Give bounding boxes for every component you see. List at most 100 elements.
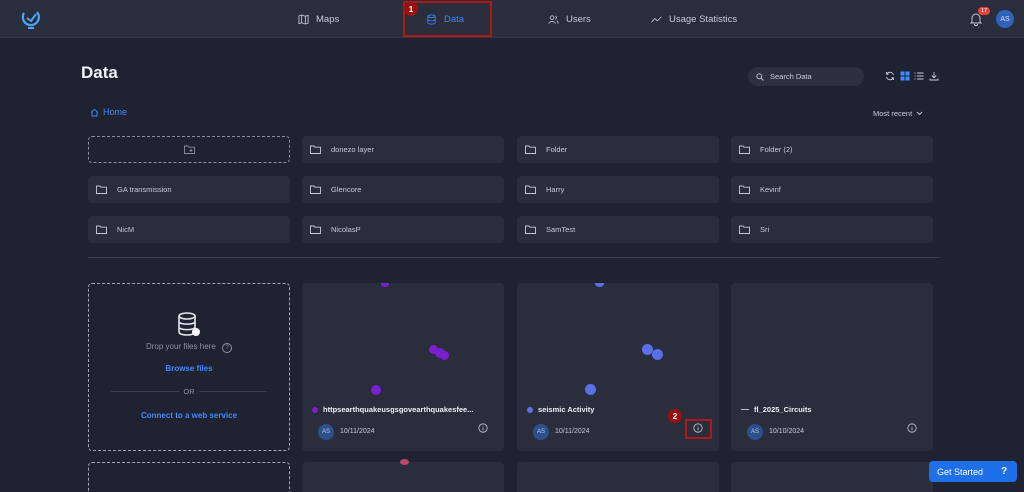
dataset-name: seismic Activity	[527, 405, 709, 414]
dataset-date: 10/10/2024	[769, 428, 805, 435]
folder-icon	[310, 185, 321, 194]
map-point	[595, 283, 604, 287]
connect-web-service-link[interactable]: Connect to a web service	[89, 411, 289, 420]
folder-item[interactable]: NicM	[88, 216, 290, 243]
breadcrumb[interactable]: Home	[90, 107, 127, 117]
map-icon	[298, 13, 309, 25]
drop-files-label: Drop your files here	[145, 342, 216, 351]
nav-usage-statistics-label: Usage Statistics	[669, 13, 738, 25]
folder-item[interactable]: Harry	[517, 176, 719, 203]
owner-avatar: AS	[747, 424, 763, 440]
map-point	[381, 283, 389, 287]
page-title: Data	[81, 63, 118, 82]
folder-name: Glencore	[331, 185, 362, 194]
annotation-marker-2: 2	[668, 409, 682, 423]
data-card[interactable]: fl_2025_Circuits AS 10/10/2024	[731, 283, 933, 451]
folder-icon	[525, 145, 536, 154]
breadcrumb-home[interactable]: Home	[103, 107, 127, 117]
dataset-date: 10/11/2024	[340, 428, 375, 435]
app-logo-icon[interactable]	[20, 8, 42, 30]
folder-icon	[96, 185, 107, 194]
list-view-icon[interactable]	[914, 71, 924, 81]
chevron-down-icon	[916, 111, 923, 116]
folder-name: SamTest	[546, 225, 576, 234]
dataset-date: 10/11/2024	[555, 428, 590, 435]
folder-name: Kevinf	[760, 185, 781, 194]
help-icon: ?	[1000, 466, 1008, 477]
map-point	[652, 349, 663, 360]
folder-item[interactable]: Glencore	[302, 176, 504, 203]
search-input[interactable]	[770, 72, 855, 81]
folder-item[interactable]: Folder (2)	[731, 136, 933, 163]
nav-usage-statistics[interactable]: Usage Statistics	[651, 0, 737, 38]
data-card[interactable]: httpsearthquakeusgsgovearthquakesfee... …	[302, 283, 504, 451]
folder-icon	[96, 225, 107, 234]
folder-item[interactable]: GA transmission	[88, 176, 290, 203]
annotation-box-2	[685, 419, 712, 439]
or-label: OR	[179, 387, 199, 396]
folder-name: GA transmission	[117, 185, 172, 194]
upload-dropzone[interactable]: Drop your files here ? Browse files OR C…	[88, 283, 290, 451]
nav-maps-label: Maps	[316, 13, 340, 25]
dataset-name: httpsearthquakeusgsgovearthquakesfee...	[312, 405, 494, 414]
help-icon[interactable]: ?	[222, 343, 233, 353]
map-point	[371, 385, 381, 395]
refresh-icon[interactable]	[885, 71, 895, 81]
data-card-partial[interactable]	[517, 462, 719, 492]
folder-item[interactable]: Kevinf	[731, 176, 933, 203]
folder-icon	[739, 145, 750, 154]
folder-name: Folder	[546, 145, 568, 154]
dataset-name-label: seismic Activity	[538, 405, 595, 414]
folder-icon	[739, 225, 750, 234]
folder-item[interactable]: donezo layer	[302, 136, 504, 163]
folder-item[interactable]: Folder	[517, 136, 719, 163]
owner-avatar: AS	[318, 424, 334, 440]
database-upload-icon	[178, 312, 200, 336]
map-point	[400, 459, 409, 465]
folder-icon	[310, 225, 321, 234]
sort-label: Most recent	[873, 109, 913, 118]
grid-view-icon[interactable]	[900, 71, 910, 81]
layer-line-swatch	[741, 409, 749, 410]
upload-dropzone-partial	[88, 462, 290, 492]
folder-name: donezo layer	[331, 145, 374, 154]
home-icon	[90, 108, 99, 116]
download-icon[interactable]	[929, 71, 939, 81]
folder-item[interactable]: NicolasP	[302, 216, 504, 243]
nav-maps[interactable]: Maps	[298, 0, 339, 38]
annotation-marker-1: 1	[404, 2, 418, 16]
nav-users[interactable]: Users	[548, 0, 591, 38]
drop-files-text: Drop your files here ?	[89, 342, 289, 353]
folder-name: Folder (2)	[760, 145, 793, 154]
folder-name: NicolasP	[331, 225, 361, 234]
new-folder-button[interactable]	[88, 136, 290, 163]
dataset-name-label: httpsearthquakeusgsgovearthquakesfee...	[323, 405, 474, 414]
search-box[interactable]	[748, 67, 864, 86]
data-card-partial[interactable]	[302, 459, 504, 492]
layer-color-swatch	[527, 406, 533, 413]
info-icon[interactable]	[907, 423, 917, 433]
sort-dropdown[interactable]: Most recent	[873, 109, 923, 118]
dataset-name-label: fl_2025_Circuits	[754, 405, 812, 414]
user-avatar[interactable]: AS	[996, 10, 1014, 28]
owner-avatar: AS	[533, 424, 549, 440]
get-started-button[interactable]: Get Started ?	[929, 461, 1017, 482]
folder-name: Harry	[546, 185, 565, 194]
folder-name: NicM	[117, 225, 135, 234]
get-started-label: Get Started	[937, 466, 984, 477]
folder-icon	[739, 185, 750, 194]
browse-files-link[interactable]: Browse files	[89, 364, 289, 373]
folder-icon	[525, 185, 536, 194]
top-nav-bar: Maps Data Users Usage Statistics 17 AS	[0, 0, 1024, 38]
nav-users-label: Users	[566, 13, 591, 25]
folder-name: Sri	[760, 225, 770, 234]
folder-item[interactable]: SamTest	[517, 216, 719, 243]
folder-icon	[310, 145, 321, 154]
folder-item[interactable]: Sri	[731, 216, 933, 243]
info-icon[interactable]	[478, 423, 488, 433]
dataset-name: fl_2025_Circuits	[741, 405, 923, 414]
data-card-partial[interactable]	[731, 462, 933, 492]
layer-color-swatch	[312, 406, 318, 413]
folder-icon	[525, 225, 536, 234]
line-chart-icon	[651, 15, 662, 23]
